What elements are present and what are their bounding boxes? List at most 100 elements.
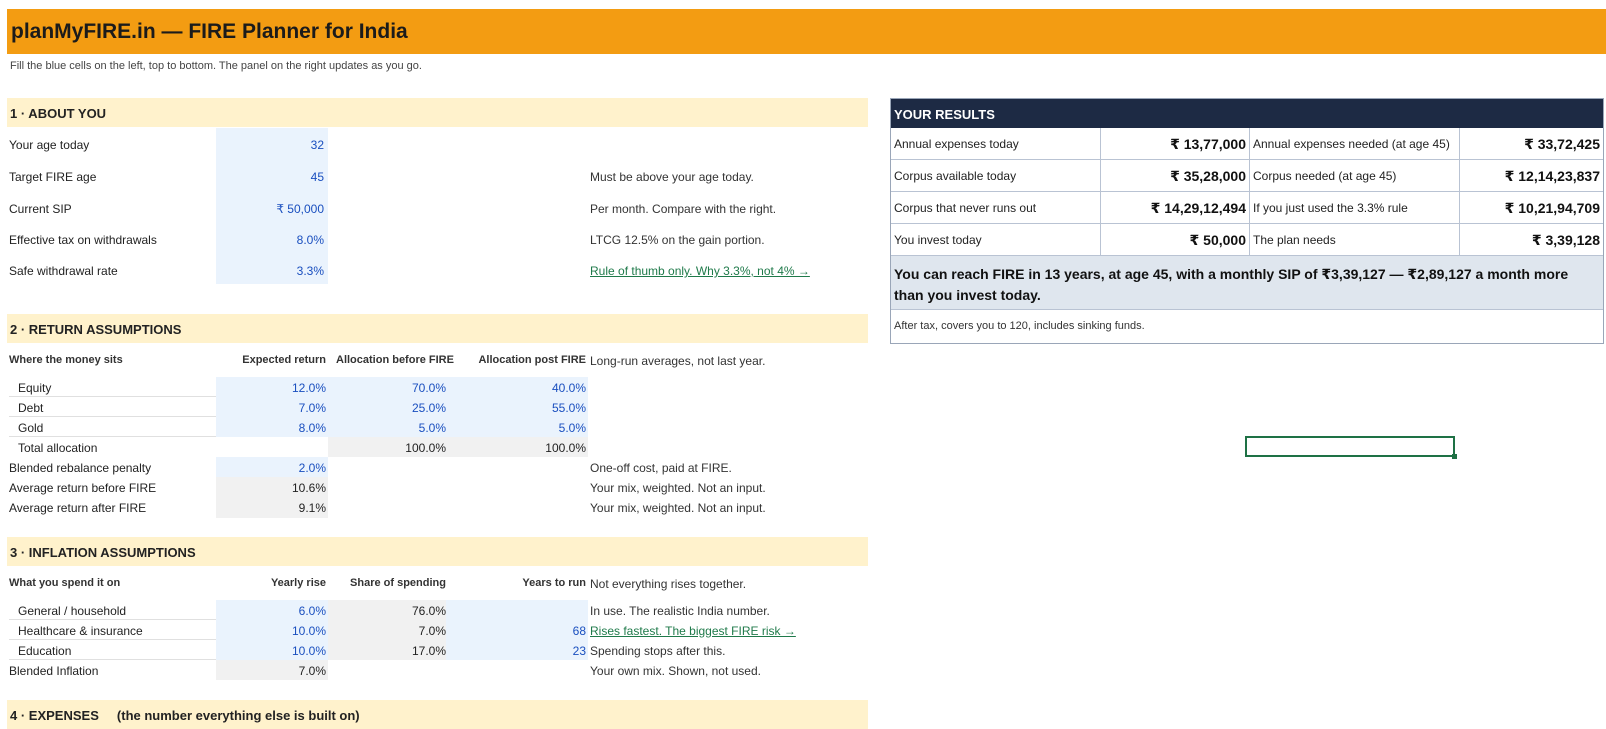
plan-needs: ₹ 3,39,128 (1531, 232, 1600, 248)
row-label-sip: Current SIP (9, 202, 72, 216)
swr-input[interactable]: 3.3% (216, 264, 324, 278)
age-input[interactable]: 32 (216, 138, 324, 152)
col-header-share: Share of spending (350, 577, 446, 589)
results-panel: YOUR RESULTS Annual expenses today ₹ 13,… (890, 98, 1604, 344)
avg-return-before-note: Your mix, weighted. Not an input. (590, 481, 766, 495)
debt-alloc-before-input[interactable]: 25.0% (336, 401, 446, 415)
gold-alloc-after-input[interactable]: 5.0% (456, 421, 586, 435)
general-rise-input[interactable]: 6.0% (216, 604, 326, 618)
tax-note: LTCG 12.5% on the gain portion. (590, 233, 765, 247)
summary-message: You can reach FIRE in 13 years, at age 4… (894, 266, 1569, 303)
result-label: Annual expenses needed (at age 45) (1253, 137, 1450, 151)
row-divider (9, 396, 216, 397)
blended-inflation-note: Your own mix. Shown, not used. (590, 664, 761, 678)
top-gap (0, 0, 1606, 9)
result-label-cell: Corpus that never runs out (891, 192, 1101, 224)
total-alloc-after: 100.0% (545, 441, 586, 455)
blended-inflation-value: 7.0% (298, 664, 326, 678)
asset-label-equity: Equity (18, 381, 52, 395)
fire-age-note: Must be above your age today. (590, 170, 754, 184)
avg-return-after-label: Average return after FIRE (9, 501, 147, 515)
selected-cell[interactable] (1245, 436, 1457, 459)
result-label: Corpus needed (at age 45) (1253, 169, 1397, 183)
result-value-cell: ₹ 35,28,000 (1101, 160, 1250, 192)
results-title: YOUR RESULTS (894, 107, 995, 122)
annual-expenses-today: ₹ 13,77,000 (1170, 136, 1246, 152)
gold-alloc-before-input[interactable]: 5.0% (336, 421, 446, 435)
penalty-label: Blended rebalance penalty (9, 461, 152, 475)
general-share-value: 76.0% (411, 604, 446, 618)
title-bar: planMyFIRE.in — FIRE Planner for India (7, 9, 1606, 54)
page-subtitle: Fill the blue cells on the left, top to … (10, 60, 422, 72)
asset-label-debt: Debt (18, 401, 44, 415)
footnote-text: After tax, covers you to 120, includes s… (894, 320, 1145, 332)
debt-alloc-after-input[interactable]: 55.0% (456, 401, 586, 415)
penalty-input[interactable]: 2.0% (216, 461, 326, 475)
result-label-cell: Annual expenses needed (at age 45) (1250, 128, 1460, 160)
section-header-inflation: 3 · INFLATION ASSUMPTIONS (7, 537, 868, 566)
col-header-alloc-after: Allocation post FIRE (478, 354, 586, 366)
section-title: 2 · RETURN ASSUMPTIONS (10, 322, 182, 337)
result-value-cell: ₹ 33,72,425 (1460, 128, 1603, 160)
penalty-note: One-off cost, paid at FIRE. (590, 461, 732, 475)
asset-label-gold: Gold (18, 421, 44, 435)
healthcare-years-input[interactable]: 68 (456, 624, 586, 638)
result-label-cell: Corpus needed (at age 45) (1250, 160, 1460, 192)
swr-rule-corpus: ₹ 10,21,94,709 (1504, 200, 1600, 216)
annual-expenses-needed: ₹ 33,72,425 (1524, 136, 1600, 152)
row-label-tax: Effective tax on withdrawals (9, 233, 157, 247)
sip-note: Per month. Compare with the right. (590, 202, 777, 216)
gold-return-input[interactable]: 8.0% (216, 421, 326, 435)
result-label-cell: Annual expenses today (891, 128, 1101, 160)
result-label: If you just used the 3.3% rule (1253, 201, 1408, 215)
total-alloc-label: Total allocation (18, 441, 98, 455)
section-title: 1 · ABOUT YOU (10, 106, 107, 121)
education-rise-input[interactable]: 10.0% (216, 644, 326, 658)
education-note: Spending stops after this. (590, 644, 726, 658)
returns-note: Long-run averages, not last year. (590, 354, 766, 368)
fire-age-input[interactable]: 45 (216, 170, 324, 184)
tax-input[interactable]: 8.0% (216, 233, 324, 247)
row-divider (9, 639, 216, 640)
education-share-value: 17.0% (411, 644, 446, 658)
row-label-fire-age: Target FIRE age (9, 170, 97, 184)
debt-return-input[interactable]: 7.0% (216, 401, 326, 415)
result-value-cell: ₹ 13,77,000 (1101, 128, 1250, 160)
result-value-cell: ₹ 10,21,94,709 (1460, 192, 1603, 224)
result-value-cell: ₹ 50,000 (1101, 224, 1250, 256)
avg-return-after-value: 9.1% (298, 501, 326, 515)
corpus-available: ₹ 35,28,000 (1170, 168, 1246, 184)
col-header-yearly-rise: Yearly rise (270, 577, 326, 589)
result-label: Corpus that never runs out (894, 201, 1037, 215)
result-label-cell: If you just used the 3.3% rule (1250, 192, 1460, 224)
equity-return-input[interactable]: 12.0% (216, 381, 326, 395)
result-label: The plan needs (1253, 233, 1336, 247)
corpus-never-runs-out: ₹ 14,29,12,494 (1150, 200, 1246, 216)
total-alloc-before: 100.0% (405, 441, 446, 455)
avg-return-after-note: Your mix, weighted. Not an input. (590, 501, 766, 515)
sip-input[interactable]: ₹ 50,000 (216, 202, 324, 216)
row-divider (9, 416, 216, 417)
spend-label-healthcare: Healthcare & insurance (18, 624, 143, 638)
results-footnote: After tax, covers you to 120, includes s… (891, 310, 1603, 342)
equity-alloc-before-input[interactable]: 70.0% (336, 381, 446, 395)
blended-inflation-label: Blended Inflation (9, 664, 99, 678)
healthcare-rise-input[interactable]: 10.0% (216, 624, 326, 638)
row-divider (9, 659, 216, 660)
avg-return-before-label: Average return before FIRE (9, 481, 157, 495)
col-header-years: Years to run (522, 577, 586, 589)
col-header-expected-return: Expected return (242, 354, 326, 366)
equity-alloc-after-input[interactable]: 40.0% (456, 381, 586, 395)
swr-info-link[interactable]: Rule of thumb only. Why 3.3%, not 4% → (590, 264, 810, 278)
row-label-age: Your age today (9, 138, 90, 152)
healthcare-risk-link[interactable]: Rises fastest. The biggest FIRE risk → (590, 624, 796, 638)
education-years-input[interactable]: 23 (456, 644, 586, 658)
results-summary: You can reach FIRE in 13 years, at age 4… (891, 256, 1603, 310)
spend-label-education: Education (18, 644, 72, 658)
avg-return-before-value: 10.6% (291, 481, 326, 495)
spend-label-general: General / household (18, 604, 127, 618)
inflation-note: Not everything rises together. (590, 577, 747, 591)
result-value-cell: ₹ 14,29,12,494 (1101, 192, 1250, 224)
col-header-alloc-before: Allocation before FIRE (336, 354, 454, 366)
invest-today: ₹ 50,000 (1189, 232, 1246, 248)
